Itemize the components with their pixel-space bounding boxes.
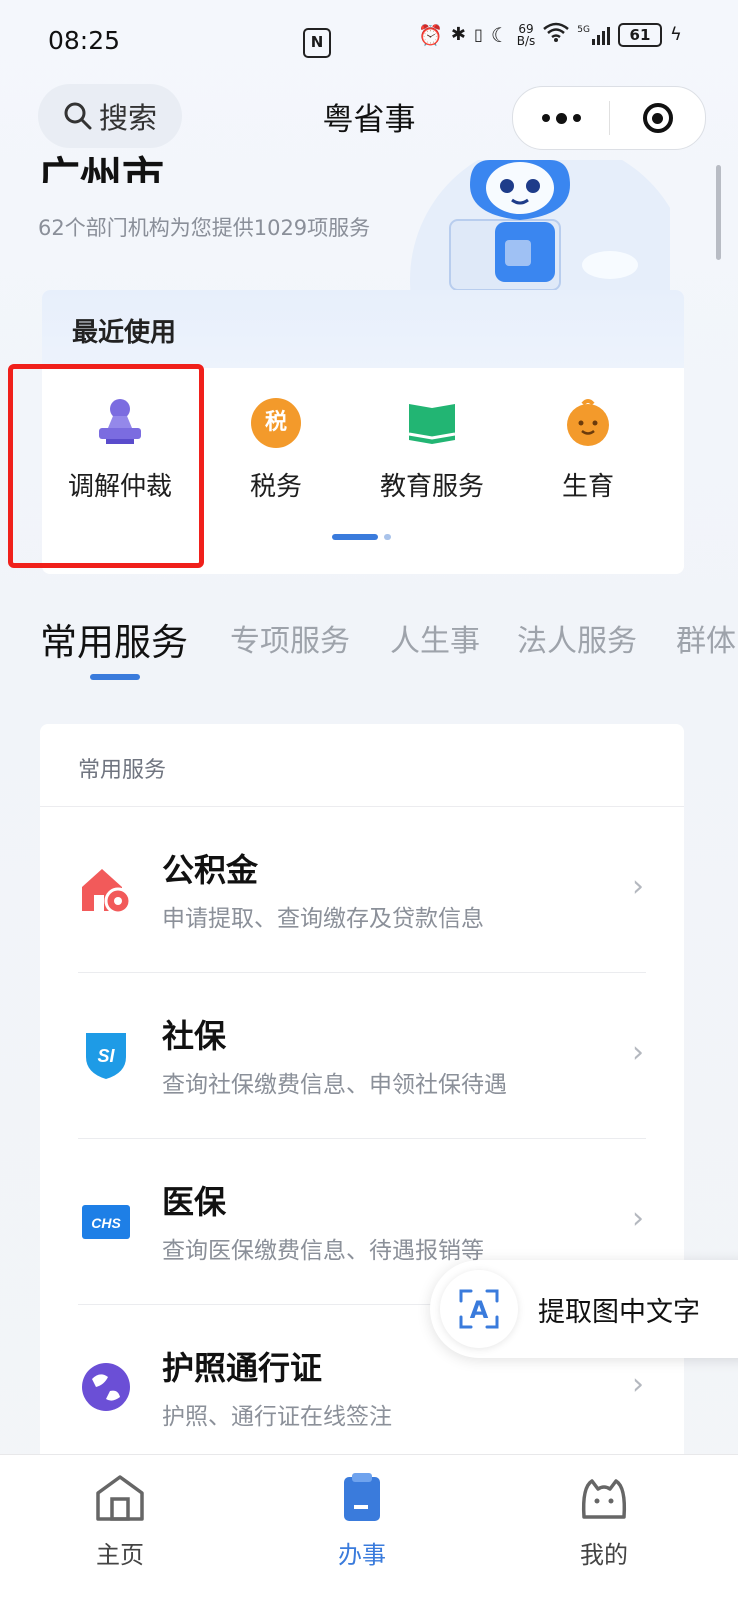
chevron-right-icon: ›: [632, 1035, 644, 1070]
tab-common-services[interactable]: 常用服务: [40, 612, 188, 666]
moon-icon: ☾: [490, 22, 509, 47]
housing-fund-icon: [82, 869, 132, 915]
nav-label: 我的: [580, 1541, 628, 1569]
more-dot: [572, 114, 581, 122]
service-desc: 申请提取、查询缴存及贷款信息: [162, 906, 484, 932]
cell-signal-icon: 5G: [577, 25, 610, 45]
recent-item-label: 生育: [561, 472, 614, 502]
more-dot: [555, 112, 567, 124]
service-desc: 查询社保缴费信息、申领社保待遇: [162, 1072, 507, 1098]
nav-label: 办事: [338, 1541, 386, 1569]
search-label: 搜索: [98, 101, 157, 135]
more-dot: [541, 114, 550, 122]
page-indicator: [332, 534, 391, 540]
recent-item-label: 税务: [249, 472, 302, 502]
chevron-right-icon: ›: [632, 1201, 644, 1236]
baby-icon: [563, 398, 613, 448]
recent-item-education[interactable]: 教育服务: [354, 398, 510, 503]
recent-header: 最近使用: [42, 290, 684, 368]
miniprogram-capsule: [512, 86, 706, 150]
vibrate-icon: ▯: [474, 25, 483, 44]
net-speed: 69 B/s: [517, 23, 536, 47]
tab-special-services[interactable]: 专项服务: [230, 616, 350, 660]
social-security-badge: SI: [97, 1046, 115, 1066]
recent-item-birth[interactable]: 生育: [510, 398, 666, 503]
battery-indicator: 61: [617, 22, 662, 47]
status-time: 08:25: [48, 26, 121, 55]
medical-insurance-badge: CHS: [91, 1215, 121, 1231]
status-bar: 08:25 N ⏰ ✱ ▯ ☾ 69 B/s 5G 61 ϟ: [0, 0, 738, 80]
service-title: 公积金: [162, 851, 259, 889]
target-icon: [642, 103, 673, 133]
annotation-highlight-box: [8, 364, 204, 568]
service-desc: 查询医保缴费信息、待遇报销等: [162, 1238, 484, 1264]
profile-icon: [581, 1479, 627, 1519]
book-icon: [407, 398, 457, 448]
home-icon: [96, 1475, 144, 1521]
nav-home[interactable]: 主页: [40, 1473, 200, 1570]
close-button[interactable]: [610, 87, 705, 149]
tasks-icon: [344, 1473, 380, 1521]
chevron-right-icon: ›: [632, 1367, 644, 1402]
status-icons: ⏰ ✱ ▯ ☾ 69 B/s 5G 61 ϟ: [418, 22, 682, 47]
extract-text-button[interactable]: A 提取图中文字: [430, 1260, 738, 1358]
page-dot-active: [332, 534, 378, 540]
tax-icon: 税: [251, 398, 301, 448]
nav-label: 主页: [96, 1541, 144, 1569]
robot-mascot-icon: [410, 160, 670, 290]
service-title: 医保: [162, 1183, 227, 1221]
tab-legal-person-services[interactable]: 法人服务: [517, 616, 637, 660]
service-item-social-security[interactable]: SI 社保 查询社保缴费信息、申领社保待遇 ›: [40, 973, 684, 1139]
signal-type: 5G: [577, 24, 590, 35]
nav-tasks[interactable]: 办事: [282, 1473, 442, 1570]
charging-icon: ϟ: [669, 24, 682, 45]
wifi-icon: [543, 22, 570, 47]
nfc-icon: N: [303, 28, 331, 58]
ocr-letter: A: [470, 1296, 489, 1324]
tab-groups[interactable]: 群体: [676, 616, 738, 660]
alarm-icon: ⏰: [418, 22, 443, 47]
more-button[interactable]: [513, 87, 609, 149]
recent-item-label: 教育服务: [379, 472, 484, 502]
passport-icon: [82, 1363, 130, 1411]
tab-indicator: [90, 674, 140, 680]
recent-title: 最近使用: [72, 318, 177, 348]
chevron-right-icon: ›: [632, 869, 644, 904]
search-icon: [64, 102, 92, 130]
recent-item-tax[interactable]: 税 税务: [198, 398, 354, 503]
service-title: 社保: [162, 1017, 227, 1055]
social-security-icon: SI: [86, 1033, 126, 1079]
nav-profile[interactable]: 我的: [524, 1473, 684, 1570]
medical-insurance-icon: CHS: [82, 1205, 130, 1239]
services-card: 常用服务 公积金 申请提取、查询缴存及贷款信息 › SI 社保 查询社保缴费信息…: [40, 724, 684, 1484]
service-title: 护照通行证: [162, 1349, 323, 1387]
bluetooth-icon: ✱: [450, 24, 466, 45]
ocr-scan-icon: A: [440, 1270, 518, 1348]
bottom-navigation: 主页 办事 我的: [0, 1454, 738, 1601]
services-header: 常用服务: [78, 758, 167, 783]
hero-subtitle: 62个部门机构为您提供1029项服务: [38, 216, 371, 240]
search-button[interactable]: 搜索: [38, 84, 182, 148]
city-selector[interactable]: 广州市: [38, 143, 164, 183]
service-item-housing-fund[interactable]: 公积金 申请提取、查询缴存及贷款信息 ›: [40, 807, 684, 973]
extract-text-label: 提取图中文字: [538, 1297, 700, 1328]
tab-life-events[interactable]: 人生事: [390, 616, 480, 660]
page-dot: [384, 534, 391, 540]
scrollbar[interactable]: [716, 165, 721, 260]
net-speed-unit: B/s: [516, 33, 536, 48]
service-desc: 护照、通行证在线签注: [162, 1404, 392, 1430]
